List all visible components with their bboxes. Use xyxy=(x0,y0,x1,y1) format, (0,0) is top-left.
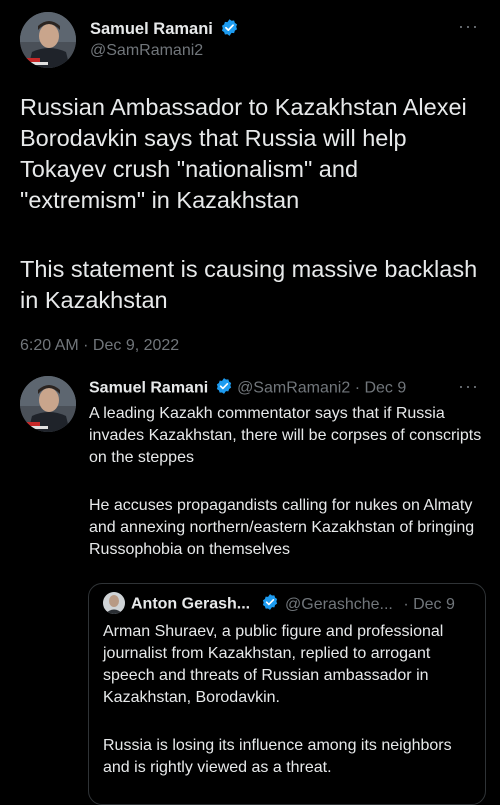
author-name[interactable]: Samuel Ramani xyxy=(90,20,213,38)
verified-badge-icon xyxy=(215,377,233,400)
more-dots-icon[interactable]: ··· xyxy=(458,376,479,397)
reply-text-paragraph-2: He accuses propagandists calling for nuk… xyxy=(89,497,475,558)
tweet-text-paragraph-1: Russian Ambassador to Kazakhstan Alexei … xyxy=(20,94,467,213)
more-dots-icon[interactable]: ··· xyxy=(458,16,479,37)
quote-text-paragraph-1: Arman Shuraev, a public figure and profe… xyxy=(103,623,444,706)
reply-author-name[interactable]: Samuel Ramani xyxy=(89,380,208,397)
tweet-text-paragraph-2: This statement is causing massive backla… xyxy=(20,256,478,313)
reply-author-handle[interactable]: @SamRamani2 xyxy=(237,380,350,397)
quote-author-avatar xyxy=(103,592,125,614)
author-avatar[interactable] xyxy=(20,12,76,68)
verified-badge-icon xyxy=(220,18,239,42)
reply-author-avatar[interactable] xyxy=(20,376,76,432)
author-handle[interactable]: @SamRamani2 xyxy=(90,42,203,60)
reply-date[interactable]: · Dec 9 xyxy=(355,380,407,397)
verified-badge-icon xyxy=(261,593,279,616)
quote-author-handle: @Gerashche... xyxy=(285,595,393,613)
quote-author-name: Anton Gerash... xyxy=(131,595,251,613)
quote-date: · Dec 9 xyxy=(403,595,455,613)
quote-text-paragraph-2: Russia is losing its influence among its… xyxy=(103,737,452,776)
reply-text-paragraph-1: A leading Kazakh commentator says that i… xyxy=(89,405,482,466)
tweet-timestamp[interactable]: 6:20 AM · Dec 9, 2022 xyxy=(20,337,179,355)
